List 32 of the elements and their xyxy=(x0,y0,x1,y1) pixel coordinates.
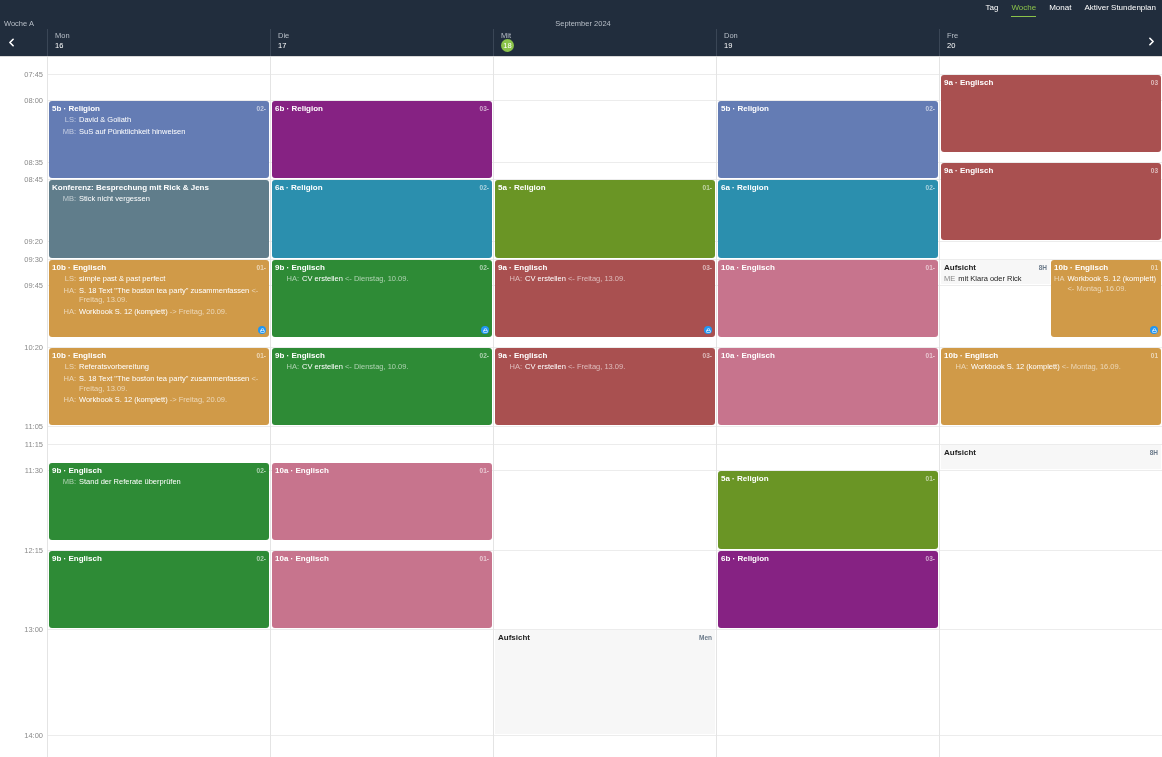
event-title: 9a · Englisch xyxy=(944,77,994,87)
event-title: 10a · Englisch xyxy=(721,351,775,360)
view-tab[interactable]: Monat xyxy=(1049,3,1072,17)
event-title: Aufsicht xyxy=(944,262,976,272)
event-title: 10b · Englisch xyxy=(1054,262,1109,272)
event-title: 10a · Englisch xyxy=(721,262,775,272)
event-title: Aufsicht xyxy=(498,633,530,643)
event-title: 10b · Englisch xyxy=(52,351,107,360)
event-title: 6b · Religion xyxy=(721,553,769,563)
event-title: 9a · Englisch xyxy=(498,262,548,272)
event-title: 10a · Englisch xyxy=(275,465,329,475)
event-title: 10b · Englisch xyxy=(944,351,999,360)
event-title: 9b · Englisch xyxy=(275,351,325,360)
view-tab[interactable]: Tag xyxy=(985,3,999,17)
event-title: 5a · Religion xyxy=(498,183,546,193)
event-title: 9a · Englisch xyxy=(944,165,994,175)
event-title: 9b · Englisch xyxy=(52,553,102,563)
view-tab[interactable]: Aktiver Stundenplan xyxy=(1084,3,1156,17)
event-title: 6a · Religion xyxy=(275,183,323,193)
event-title: 9b · Englisch xyxy=(275,262,325,272)
event-title: 10b · Englisch xyxy=(52,262,107,272)
event-title: 5b · Religion xyxy=(52,104,100,114)
event-title: Aufsicht xyxy=(944,448,976,457)
event-title: Konferenz: Besprechung mit Rick & Jens xyxy=(52,183,209,193)
event-title: 9b · Englisch xyxy=(52,465,102,475)
event-title: 5b · Religion xyxy=(721,104,769,114)
event-title: 10a · Englisch xyxy=(275,553,329,563)
event-title: 5a · Religion xyxy=(721,474,769,484)
event-title: 6a · Religion xyxy=(721,183,769,193)
view-tab[interactable]: Woche xyxy=(1011,3,1037,17)
event-title: 9a · Englisch xyxy=(498,351,548,360)
event-title: 6b · Religion xyxy=(275,104,323,114)
